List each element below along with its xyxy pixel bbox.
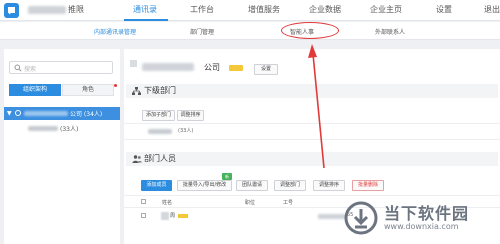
adjust-sort-button[interactable]: 调整排序 bbox=[313, 180, 345, 191]
tab-roles[interactable]: 角色 bbox=[62, 84, 114, 96]
sub-nav-bar: 内部通讯录管理 部门管理 智能人事 外部联系人 bbox=[0, 22, 500, 40]
column-header-name[interactable]: 姓名 bbox=[162, 199, 172, 206]
nav-logout[interactable]: 退出 bbox=[484, 4, 500, 15]
company-settings-button[interactable]: 设置 bbox=[254, 64, 278, 75]
add-member-button[interactable]: 添加成员 bbox=[141, 180, 172, 191]
divider bbox=[124, 123, 500, 124]
row-checkbox[interactable] bbox=[141, 213, 146, 218]
divider bbox=[124, 195, 500, 196]
column-header-employee-id[interactable]: 工号 bbox=[283, 199, 293, 206]
nav-settings[interactable]: 设置 bbox=[436, 4, 452, 15]
member-avatar bbox=[161, 212, 169, 220]
notification-dot bbox=[114, 84, 117, 87]
department-row-name-blurred bbox=[148, 129, 172, 134]
member-tag bbox=[178, 214, 188, 218]
adjust-department-button[interactable]: 调整部门 bbox=[274, 180, 306, 191]
batch-delete-button[interactable]: 批量删除 bbox=[352, 180, 384, 191]
sitemap-icon bbox=[132, 87, 141, 95]
member-info-blurred bbox=[318, 214, 346, 219]
company-title-blurred bbox=[142, 63, 194, 71]
nav-contacts[interactable]: 通讯录 bbox=[133, 4, 157, 15]
nav-enterprise-data[interactable]: 企业数据 bbox=[309, 4, 341, 15]
nav-workbench[interactable]: 工作台 bbox=[190, 4, 214, 15]
active-nav-indicator bbox=[124, 19, 168, 21]
company-name-suffix: 推限 bbox=[68, 5, 84, 14]
users-icon bbox=[132, 155, 142, 163]
nav-enterprise-home[interactable]: 企业主页 bbox=[370, 4, 402, 15]
department-icon bbox=[15, 110, 21, 116]
select-all-checkbox[interactable] bbox=[141, 199, 146, 204]
team-invite-button[interactable]: 团队邀请 bbox=[236, 180, 268, 191]
tree-node-root[interactable]: ▼ 公司 (34人) bbox=[4, 107, 120, 120]
search-placeholder: 搜索 bbox=[24, 66, 37, 73]
subnav-external-contacts[interactable]: 外部联系人 bbox=[375, 27, 405, 36]
company-title-suffix: 公司 bbox=[204, 63, 220, 72]
nav-value-added[interactable]: 增值服务 bbox=[248, 4, 280, 15]
sub-departments-title: 下级部门 bbox=[144, 86, 176, 95]
new-badge: 新 bbox=[222, 173, 232, 180]
search-icon bbox=[14, 64, 22, 72]
member-name[interactable]: 周 bbox=[170, 212, 175, 219]
members-title: 部门人员 bbox=[144, 154, 176, 163]
add-sub-department-button[interactable]: 添加子部门 bbox=[142, 110, 175, 121]
app-logo[interactable] bbox=[4, 3, 19, 18]
annotation-ellipse bbox=[281, 22, 339, 39]
org-sidebar: 搜索 组织架构 角色 ▼ 公司 (34人) (33人) bbox=[4, 49, 120, 244]
caret-down-icon[interactable]: ▼ bbox=[7, 110, 12, 117]
sub-departments-header: 下级部门 bbox=[126, 84, 498, 98]
company-avatar bbox=[130, 60, 137, 67]
download-logo-icon bbox=[344, 201, 378, 235]
tree-root-label: 公司 (34人) bbox=[70, 111, 103, 118]
members-header: 部门人员 bbox=[126, 152, 498, 166]
department-row[interactable]: (33人) bbox=[178, 127, 193, 134]
tree-node-child[interactable]: (33人) bbox=[60, 124, 78, 133]
watermark-url: www.downxia.com bbox=[384, 222, 459, 231]
company-name-blurred bbox=[28, 6, 66, 14]
child-name-blurred bbox=[28, 126, 58, 131]
app-window: 推限 通讯录 工作台 增值服务 企业数据 企业主页 设置 退出 内部通讯录管理 … bbox=[0, 0, 500, 244]
subnav-department-management[interactable]: 部门管理 bbox=[190, 27, 214, 36]
column-header-position[interactable]: 职位 bbox=[245, 199, 255, 206]
verified-badge bbox=[229, 65, 243, 71]
batch-import-export-button[interactable]: 批量导入/导出/修改 bbox=[177, 180, 232, 191]
search-input[interactable]: 搜索 bbox=[9, 61, 113, 74]
watermark: 当下软件园 www.downxia.com bbox=[344, 200, 494, 238]
tab-org-structure[interactable]: 组织架构 bbox=[9, 84, 61, 96]
divider bbox=[124, 139, 500, 140]
sort-sub-departments-button[interactable]: 调整排序 bbox=[177, 110, 204, 121]
root-name-blurred bbox=[24, 111, 68, 116]
watermark-brand: 当下软件园 bbox=[384, 204, 470, 223]
top-nav-bar: 推限 通讯录 工作台 增值服务 企业数据 企业主页 设置 退出 bbox=[0, 0, 500, 21]
logo-icon bbox=[8, 7, 15, 15]
subnav-internal-contacts[interactable]: 内部通讯录管理 bbox=[94, 27, 136, 36]
